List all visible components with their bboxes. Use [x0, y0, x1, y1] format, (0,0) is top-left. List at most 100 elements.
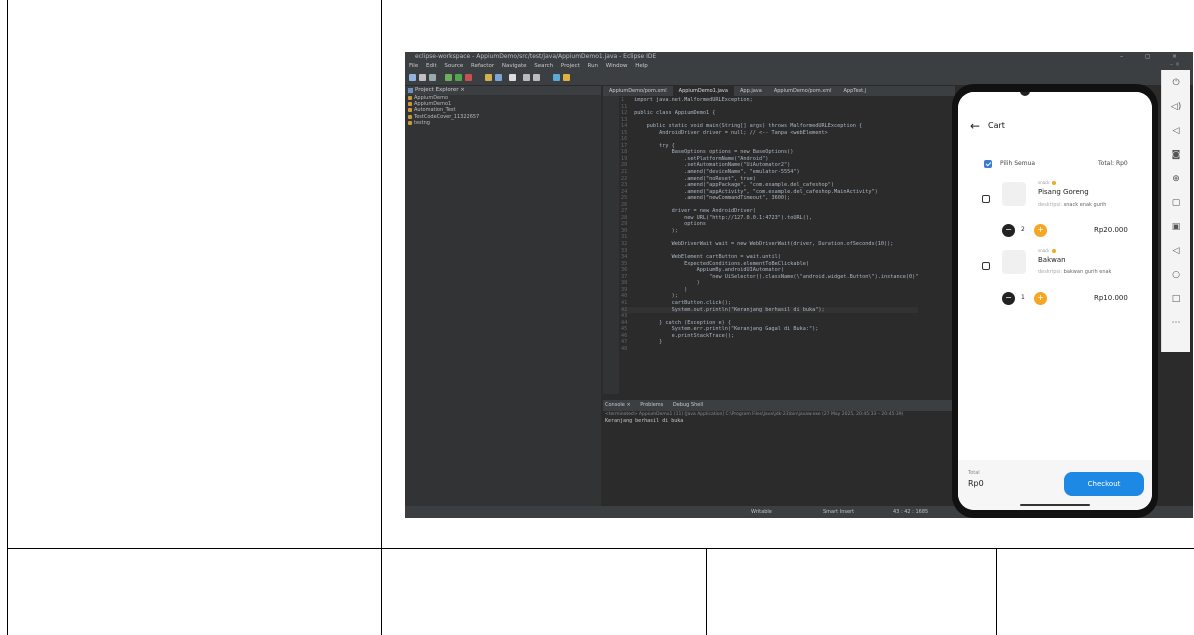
code-text: WebElement cartButton = wait.until(: [631, 254, 781, 261]
menu-refactor[interactable]: Refactor: [471, 63, 494, 69]
checkout-button[interactable]: Checkout: [1064, 472, 1144, 496]
tab-console[interactable]: Console ×: [605, 402, 631, 408]
power-icon[interactable]: ⏻: [1169, 76, 1183, 90]
emulator-window-controls[interactable]: – ×: [1161, 60, 1189, 70]
table-border-left: [7, 0, 8, 635]
save-icon[interactable]: [419, 74, 426, 81]
menu-help[interactable]: Help: [635, 63, 648, 69]
code-line[interactable]: 32 WebDriverWait wait = new WebDriverWai…: [621, 241, 918, 248]
next-annotation-icon[interactable]: [509, 74, 516, 81]
explorer-icon: [408, 88, 413, 93]
menu-bar: File Edit Source Refactor Navigate Searc…: [405, 62, 1193, 71]
print-icon[interactable]: [429, 74, 436, 81]
tab-debug-shell[interactable]: Debug Shell: [673, 402, 703, 408]
project-item[interactable]: testng: [405, 120, 601, 126]
code-text: public static void main(String[] args) t…: [631, 123, 863, 130]
rotate-icon[interactable]: ▢: [1169, 196, 1183, 210]
item-checkbox[interactable]: [982, 195, 990, 203]
menu-file[interactable]: File: [409, 63, 418, 69]
item-description-text: bakwan gurih enak: [1063, 269, 1112, 275]
project-folder-icon: [408, 120, 412, 125]
overview-nav-icon[interactable]: □: [1169, 292, 1183, 306]
android-phone-frame: ← Cart Pilih Semua Total: Rp0 snack Pisa…: [952, 84, 1158, 518]
item-name: Pisang Goreng: [1038, 188, 1089, 196]
code-text: public class AppiumDemo1 {: [631, 110, 716, 117]
item-description: deskripsi: snack enak gurih: [1038, 202, 1106, 208]
line-number: 48: [621, 345, 628, 352]
code-line[interactable]: 48: [621, 346, 918, 353]
source-code[interactable]: 1 import java.net.MalformedURLException;…: [621, 97, 919, 353]
search-icon[interactable]: [485, 74, 492, 81]
volume-down-icon[interactable]: ◁: [1169, 124, 1183, 138]
editor-tab[interactable]: AppiumDemo/pom.xml: [603, 86, 673, 96]
window-title-text: eclipse-workspace - AppiumDemo/src/test/…: [415, 53, 657, 60]
code-text: import java.net.MalformedURLException;: [631, 97, 753, 103]
home-nav-icon[interactable]: ○: [1169, 268, 1183, 282]
code-text: e.printStackTrace();: [631, 332, 735, 339]
menu-search[interactable]: Search: [534, 63, 553, 69]
open-type-icon[interactable]: [495, 74, 502, 81]
project-explorer: Project Explorer × AppiumDemo AppiumDemo…: [405, 86, 601, 506]
table-border-col3: [706, 548, 707, 635]
item-quantity: 2: [1021, 226, 1025, 233]
code-editor[interactable]: 1 import java.net.MalformedURLException;…: [603, 96, 955, 394]
screenshot-icon[interactable]: ▣: [1169, 220, 1183, 234]
debug-icon[interactable]: [445, 74, 452, 81]
back-nav-icon[interactable]: ◁: [1169, 244, 1183, 258]
menu-edit[interactable]: Edit: [426, 63, 437, 69]
code-text: .amend("appActivity", "com.example.del_c…: [631, 188, 878, 195]
code-text: options: [631, 221, 706, 228]
back-arrow-icon[interactable]: ←: [970, 119, 980, 133]
qty-decrease-button[interactable]: −: [1002, 224, 1015, 237]
run-icon[interactable]: [455, 74, 462, 81]
qty-increase-button[interactable]: +: [1034, 292, 1047, 305]
select-all-checkbox[interactable]: [984, 160, 992, 168]
menu-window[interactable]: Window: [606, 63, 628, 69]
editor-tab[interactable]: AppiumDemo/pom.xml: [768, 86, 838, 96]
forward-icon[interactable]: [533, 74, 540, 81]
editor-tab[interactable]: AppTest.j: [837, 86, 872, 96]
perspective-icon[interactable]: [553, 74, 560, 81]
more-icon[interactable]: ⋯: [1169, 316, 1183, 330]
menu-project[interactable]: Project: [561, 63, 580, 69]
qty-increase-button[interactable]: +: [1034, 224, 1047, 237]
menu-run[interactable]: Run: [588, 63, 599, 69]
qty-decrease-button[interactable]: −: [1002, 292, 1015, 305]
editor-tab[interactable]: App.java: [734, 86, 768, 96]
code-text: new URL("http://127.0.0.1:4723").toURL()…: [631, 214, 813, 221]
stop-icon[interactable]: [465, 74, 472, 81]
phone-status-bar: [958, 92, 1152, 114]
volume-up-icon[interactable]: ◁): [1169, 100, 1183, 114]
project-label: testng: [414, 119, 430, 126]
table-row-divider: [7, 548, 1194, 549]
console-tabs: Console × Problems Debug Shell: [603, 400, 955, 411]
code-text: BaseOptions options = new BaseOptions(): [631, 149, 794, 156]
back-icon[interactable]: [523, 74, 530, 81]
item-description-label: deskripsi:: [1038, 202, 1063, 208]
java-perspective-icon[interactable]: [563, 74, 570, 81]
code-text: WebDriverWait wait = new WebDriverWait(d…: [631, 241, 894, 248]
tab-problems[interactable]: Problems: [640, 402, 663, 408]
console-output[interactable]: Keranjang berhasil di buka: [603, 418, 955, 425]
zoom-icon[interactable]: ⊕: [1169, 172, 1183, 186]
code-text: try {: [631, 142, 675, 149]
item-checkbox[interactable]: [982, 262, 990, 270]
console-view: Console × Problems Debug Shell <terminat…: [603, 400, 955, 506]
menu-navigate[interactable]: Navigate: [502, 63, 527, 69]
project-folder-icon: [408, 108, 412, 113]
camera-icon[interactable]: ◙: [1169, 148, 1183, 162]
code-text: .amend("newCommandTimeout", 3600);: [631, 195, 791, 202]
home-indicator[interactable]: [1020, 504, 1090, 506]
explorer-title[interactable]: Project Explorer ×: [415, 87, 465, 93]
project-folder-icon: [408, 102, 412, 107]
new-icon[interactable]: [409, 74, 416, 81]
code-text: .amend("deviceName", "emulator-5554"): [631, 169, 800, 176]
code-text: .amend("appPackage", "com.example.del_ca…: [631, 182, 835, 189]
item-price: Rp20.000: [1094, 226, 1128, 234]
menu-source[interactable]: Source: [444, 63, 463, 69]
item-price: Rp10.000: [1094, 294, 1128, 302]
editor-tab-active[interactable]: AppiumDemo1.java: [672, 86, 734, 96]
